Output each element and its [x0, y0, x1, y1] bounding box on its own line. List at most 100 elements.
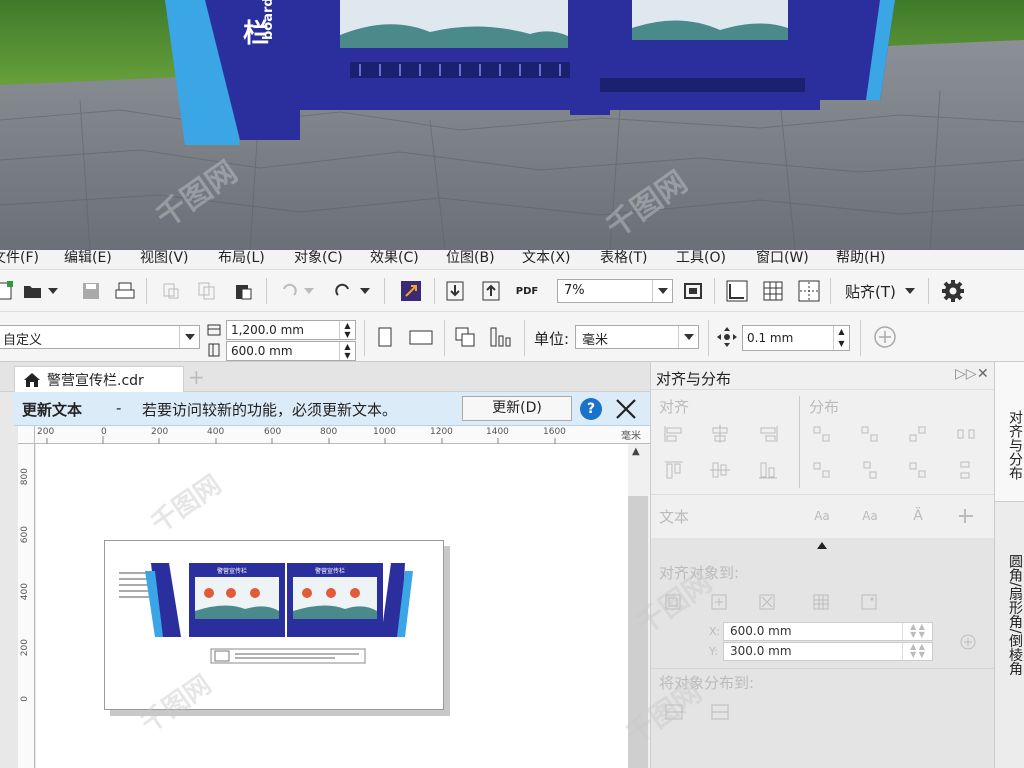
undo-icon[interactable]: [276, 278, 302, 304]
show-rulers-icon[interactable]: [724, 278, 750, 304]
distribute-spacing-h-icon[interactable]: [953, 422, 979, 446]
portrait-icon[interactable]: [372, 324, 398, 350]
open-dropdown-icon[interactable]: [46, 278, 60, 304]
align-bottom-icon[interactable]: [755, 458, 781, 482]
distribute-to-page-icon[interactable]: [707, 700, 733, 724]
menu-effects[interactable]: 效果(C): [370, 250, 419, 267]
zoom-level-combo[interactable]: 7%: [557, 279, 673, 303]
menu-bitmaps[interactable]: 位图(B): [446, 250, 495, 267]
pdf-export-icon[interactable]: PDF: [514, 278, 540, 304]
text-last-baseline-icon[interactable]: Aa: [857, 504, 883, 528]
collapse-arrow-icon[interactable]: [817, 542, 827, 549]
open-folder-icon[interactable]: [20, 278, 46, 304]
align-left-icon[interactable]: [661, 422, 687, 446]
document-tab[interactable]: 警营宣传栏.cdr: [14, 366, 184, 392]
distribute-center-icon[interactable]: [857, 422, 883, 446]
text-bounding-box-icon[interactable]: Ä: [905, 504, 931, 528]
chevron-down-icon[interactable]: [902, 278, 918, 304]
save-icon[interactable]: [78, 278, 104, 304]
collapse-icon[interactable]: ▷▷: [955, 366, 977, 382]
tab-align-distribute[interactable]: 对齐与分布: [995, 362, 1024, 502]
page-width-field[interactable]: 1,200.0 mm ▲ ▼: [226, 320, 356, 340]
all-pages-icon[interactable]: [452, 324, 478, 350]
close-icon[interactable]: ✕: [977, 366, 989, 382]
spin-arrows[interactable]: ▲ ▼: [833, 326, 849, 350]
distribute-left-icon[interactable]: [809, 422, 835, 446]
spin-arrows[interactable]: ▲ ▼: [339, 321, 355, 339]
grid-icon[interactable]: [809, 590, 835, 614]
cut-icon[interactable]: [158, 278, 184, 304]
horizontal-ruler[interactable]: 200 0 200 400 600 800 1000 1200 1400 160…: [35, 426, 650, 444]
snap-to-menu[interactable]: 贴齐(T): [845, 281, 896, 302]
menu-edit[interactable]: 编辑(E): [64, 250, 112, 267]
menu-object[interactable]: 对象(C): [294, 250, 343, 267]
add-icon[interactable]: [872, 324, 898, 350]
menu-file[interactable]: 文件(F): [0, 250, 39, 267]
unit-combo[interactable]: 毫米: [575, 325, 699, 349]
new-document-icon[interactable]: [0, 278, 18, 304]
align-center-horizontal-icon[interactable]: [707, 422, 733, 446]
align-right-icon[interactable]: [755, 422, 781, 446]
paste-icon[interactable]: [230, 278, 256, 304]
nudge-distance-field[interactable]: 0.1 mm ▲ ▼: [742, 325, 850, 351]
spin-arrows[interactable]: ▲ ▲ ▼ ▼: [902, 623, 932, 640]
add-tab-button[interactable]: +: [188, 365, 205, 389]
distribute-bottom-icon[interactable]: [905, 458, 931, 482]
show-grid-icon[interactable]: [760, 278, 786, 304]
update-text-button[interactable]: 更新(D): [462, 396, 572, 421]
menu-view[interactable]: 视图(V): [140, 250, 189, 267]
add-point-icon[interactable]: [955, 630, 981, 654]
tab-fillet-scallop-chamfer[interactable]: 圆角/扇形角/倒棱角: [995, 502, 1024, 702]
distribute-top-icon[interactable]: [809, 458, 835, 482]
distribute-spacing-v-icon[interactable]: [953, 458, 979, 482]
export-icon[interactable]: [478, 278, 504, 304]
scroll-up-icon[interactable]: ▲: [632, 446, 640, 457]
undo-dropdown-icon[interactable]: [302, 278, 316, 304]
menu-window[interactable]: 窗口(W): [756, 250, 809, 267]
drawing-canvas[interactable]: 警营宣传栏 警营宣传栏 千图网 千图网: [36, 444, 628, 768]
align-top-icon[interactable]: [661, 458, 687, 482]
full-screen-preview-icon[interactable]: [680, 278, 706, 304]
menu-tools[interactable]: 工具(O): [676, 250, 726, 267]
distribute-to-selection-icon[interactable]: [661, 700, 687, 724]
vertical-ruler[interactable]: 800 600 400 200 0: [18, 444, 35, 768]
text-outline-icon[interactable]: [953, 504, 979, 528]
print-icon[interactable]: [112, 278, 138, 304]
spin-arrows[interactable]: ▲ ▼: [339, 342, 355, 360]
vertical-scrollbar[interactable]: ▲: [628, 444, 650, 768]
menu-help[interactable]: 帮助(H): [836, 250, 885, 267]
text-first-baseline-icon[interactable]: Aa: [809, 504, 835, 528]
copy-icon[interactable]: [194, 278, 220, 304]
scrollbar-thumb[interactable]: [628, 496, 648, 768]
y-position-field[interactable]: 300.0 mm ▲ ▲ ▼ ▼: [723, 642, 933, 661]
separator: [860, 320, 861, 356]
redo-icon[interactable]: [330, 278, 356, 304]
close-icon[interactable]: [614, 397, 638, 421]
page-height-field[interactable]: 600.0 mm ▲ ▼: [226, 341, 356, 361]
x-position-field[interactable]: 600.0 mm ▲ ▲ ▼ ▼: [723, 622, 933, 641]
redo-dropdown-icon[interactable]: [358, 278, 372, 304]
import-icon[interactable]: [442, 278, 468, 304]
distribute-objects-to-label: 将对象分布到:: [659, 674, 755, 692]
current-page-icon[interactable]: [488, 324, 514, 350]
ruler-origin[interactable]: [18, 426, 35, 444]
align-center-vertical-icon[interactable]: [707, 458, 733, 482]
page-edge-icon[interactable]: [707, 590, 733, 614]
spin-arrows[interactable]: ▲ ▲ ▼ ▼: [902, 643, 932, 660]
page-size-combo[interactable]: 自定义: [0, 325, 200, 349]
help-icon[interactable]: ?: [580, 398, 602, 420]
menu-layout[interactable]: 布局(L): [218, 250, 265, 267]
show-guidelines-icon[interactable]: [796, 278, 822, 304]
active-objects-icon[interactable]: [661, 590, 687, 614]
gear-icon[interactable]: [940, 278, 966, 304]
landscape-icon[interactable]: [408, 324, 434, 350]
distribute-middle-icon[interactable]: [857, 458, 883, 482]
search-content-icon[interactable]: [398, 278, 424, 304]
menu-table[interactable]: 表格(T): [600, 250, 647, 267]
align-section-label: 对齐: [659, 398, 690, 416]
standard-toolbar: PDF 7% 贴齐(T): [0, 270, 1024, 312]
page-center-icon[interactable]: [755, 590, 781, 614]
specified-point-icon[interactable]: [857, 590, 883, 614]
distribute-right-icon[interactable]: [905, 422, 931, 446]
menu-text[interactable]: 文本(X): [522, 250, 571, 267]
